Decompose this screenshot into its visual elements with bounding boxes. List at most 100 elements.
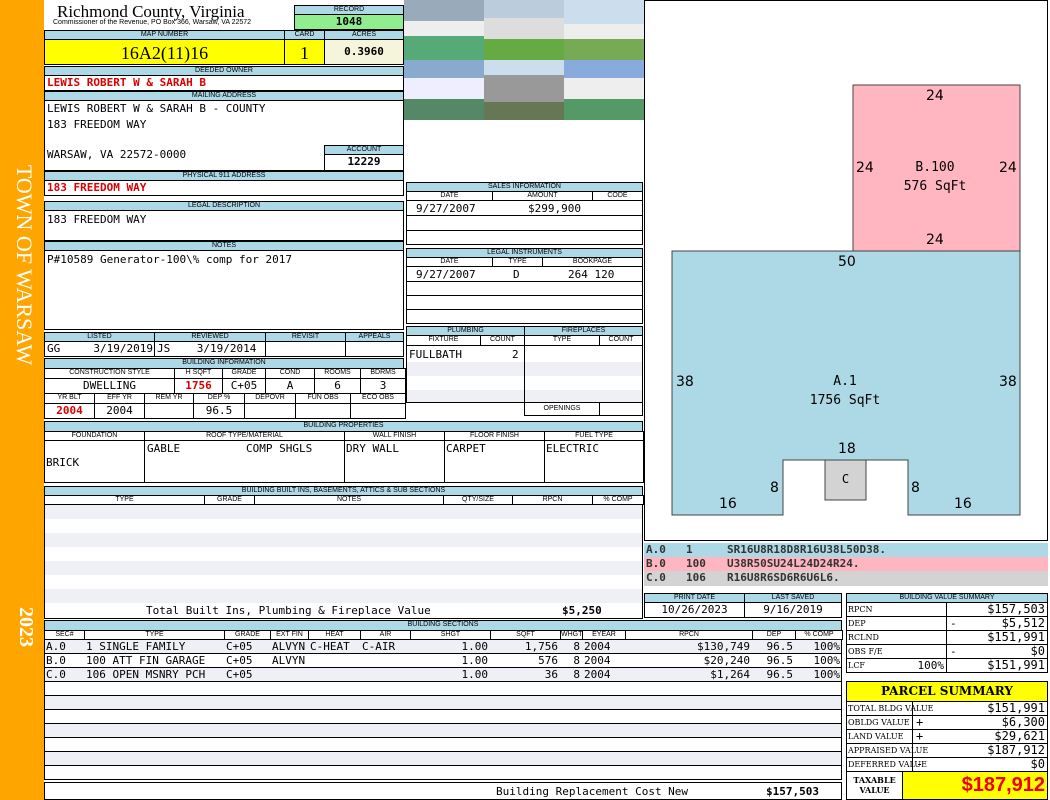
value-summary-label: OBS F/E	[848, 647, 883, 656]
section-col: EXT FIN	[270, 630, 309, 640]
value-summary-label: RPCN	[848, 605, 873, 614]
parcel-summary-label: APPRAISED VALUE	[848, 746, 929, 755]
building-info-value: 2004	[44, 403, 95, 419]
section-cell: 2004	[584, 640, 611, 653]
section-cell: C+05	[226, 654, 253, 667]
building-info-value	[350, 403, 406, 419]
section-col: RPCN	[625, 630, 753, 640]
section-cell: 2004	[584, 668, 611, 681]
building-info-value: A	[265, 378, 315, 394]
fixture-name: FULLBATH	[409, 348, 462, 361]
parcel-summary-label: TOTAL BLDG VALUE	[848, 704, 934, 713]
section-col: SEC#	[44, 630, 85, 640]
builtins-total-label: Total Built Ins, Plumbing & Fireplace Va…	[146, 604, 431, 617]
building-info-value: 1756	[174, 378, 223, 394]
builtins-empty-row	[44, 575, 643, 589]
b-area: 576 SqFt	[903, 179, 967, 194]
parcel-summary-value: $151,991	[987, 701, 1045, 715]
section-cell: C+05	[226, 668, 253, 681]
section-cell: 8	[573, 640, 580, 653]
section-cell: B.0	[46, 654, 66, 667]
section-empty-row	[44, 682, 842, 696]
sale-date: 9/27/2007	[416, 202, 476, 215]
sketch-code-cell: 1	[686, 543, 693, 556]
section-cell: 106 OPEN MSNRY PCH	[86, 668, 206, 681]
section-cell: 100%	[813, 640, 841, 653]
parcel-summary-sign: -	[916, 757, 924, 771]
instrument-bookpage: 264 120	[568, 268, 615, 281]
replacement-cost-label: Building Replacement Cost New	[496, 785, 689, 798]
parcel-summary-label: OBLDG VALUE	[848, 718, 910, 727]
instrument-date: 9/27/2007	[416, 268, 476, 281]
roof-material-value: COMP SHGLS	[246, 442, 313, 455]
builtins-empty-row	[44, 561, 643, 575]
parcel-summary-label: LAND VALUE	[848, 732, 904, 741]
b-left-dim: 24	[856, 160, 874, 176]
section-cell: 1 SINGLE FAMILY	[86, 640, 186, 653]
building-info-value: 3	[360, 378, 406, 394]
value-summary-label: DEP	[848, 619, 866, 628]
parcel-summary-sign: +	[916, 729, 924, 743]
section-cell: C+05	[226, 640, 253, 653]
last-saved: 9/16/2019	[744, 602, 842, 618]
year-label: 2023	[15, 607, 37, 647]
value-summary-value: $5,512	[1001, 616, 1045, 630]
section-col: GRADE	[224, 630, 271, 640]
a-area: 1756 SqFt	[809, 393, 881, 408]
value-summary-pct: 100%	[917, 659, 945, 672]
b-right-dim: 24	[999, 160, 1017, 176]
value-summary-value: $157,503	[987, 602, 1045, 616]
value-summary-sign: -	[950, 645, 957, 658]
taxable-label: TAXABLE VALUE	[846, 771, 903, 800]
section-cell: 100%	[813, 654, 841, 667]
value-summary-sign: -	[950, 617, 957, 630]
sketch-code-cell: 100	[686, 557, 706, 570]
a-right-dim: 38	[999, 374, 1017, 390]
section-col: SHGT	[410, 630, 491, 640]
section-col: SQFT	[490, 630, 561, 640]
builtins-col: TYPE	[44, 495, 205, 505]
builtins-empty-row	[44, 589, 643, 603]
foundation-value: BRICK	[46, 456, 80, 469]
parcel-summary-sign: +	[916, 715, 924, 729]
builtins-col: GRADE	[204, 495, 255, 505]
section-cell: ALVYN	[272, 640, 306, 653]
a-bottom-right-dim: 16	[954, 496, 972, 512]
taxable-value: $187,912	[902, 771, 1048, 800]
section-col: HEAT	[308, 630, 361, 640]
section-cell: A.0	[46, 640, 66, 653]
wall-finish-value: DRY WALL	[346, 442, 399, 455]
section-cell: C.0	[46, 668, 66, 681]
section-empty-row	[44, 738, 842, 752]
section-cell: 1.00	[461, 668, 489, 681]
building-info-value: 2004	[94, 403, 145, 419]
a-inner-left-dim: 8	[770, 480, 779, 496]
section-cell: 2004	[584, 654, 611, 667]
fixture-count: 2	[512, 348, 519, 361]
builtins-empty-row	[44, 505, 643, 519]
builtins-empty-row	[44, 547, 643, 561]
b-top-dim: 24	[926, 88, 944, 104]
building-info-value	[295, 403, 351, 419]
section-empty-row	[44, 710, 842, 724]
a-top-dim: 50	[838, 254, 856, 270]
section-cell: C-AIR	[362, 640, 396, 653]
section-cell: 36	[544, 668, 558, 681]
sketch-code-cell: U38R50SU24L24D24R24.	[727, 557, 860, 570]
roof-type-value: GABLE	[147, 442, 181, 455]
print-date: 10/26/2023	[644, 602, 745, 618]
builtins-col: QTY/SIZE	[443, 495, 513, 505]
value-summary-value: $151,991	[987, 630, 1045, 644]
builtins-empty-row	[44, 519, 643, 533]
section-cell: 1,756	[524, 640, 558, 653]
a-left-dim: 38	[676, 374, 694, 390]
section-cell: 8	[573, 654, 580, 667]
building-info-value: 6	[314, 378, 361, 394]
mailing-line-1: LEWIS ROBERT W & SARAH B - COUNTY	[47, 102, 266, 115]
b-name: B.100	[915, 160, 955, 175]
section-cell: ALVYN	[272, 654, 306, 667]
value-summary-label: LCF	[848, 661, 865, 670]
sale-amount: $299,900	[528, 202, 581, 215]
sections-total-border	[44, 782, 842, 800]
section-cell: 8	[573, 668, 580, 681]
